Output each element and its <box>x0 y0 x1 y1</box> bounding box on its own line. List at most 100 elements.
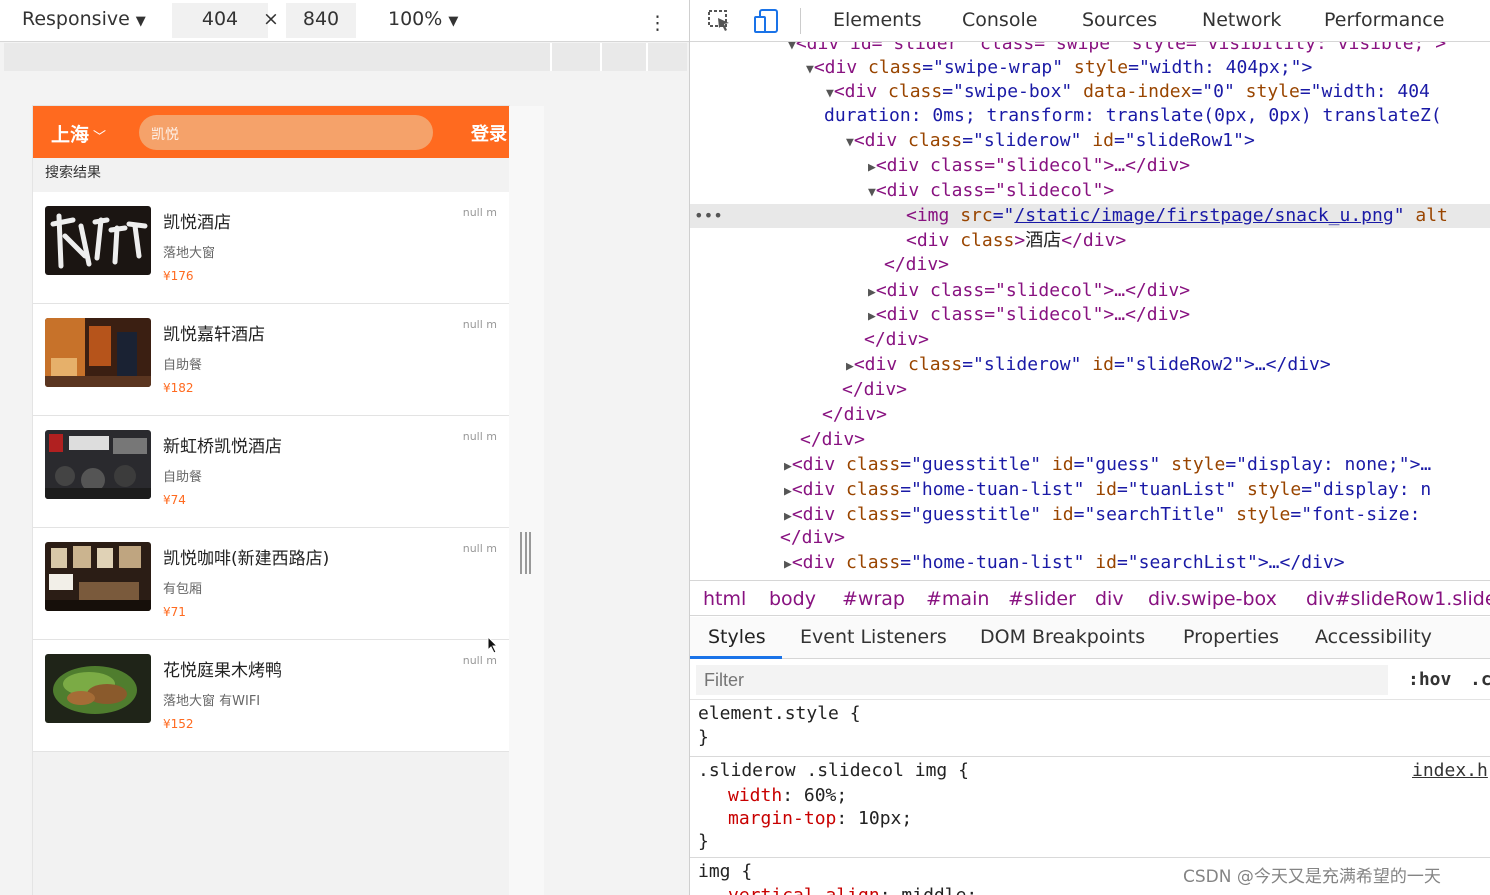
dom-node[interactable]: ▼<div class="slidecol"> <box>690 179 1490 203</box>
dom-node[interactable]: ▶<div class="home-tuan-list" id="tuanLis… <box>690 478 1490 502</box>
dom-tag: <div <box>813 57 869 78</box>
tab-styles[interactable]: Styles <box>708 626 766 648</box>
item-name: 凯悦嘉轩酒店 <box>163 325 265 345</box>
dom-attr-name: class <box>846 479 901 500</box>
list-item[interactable]: 凯悦嘉轩酒店 自助餐 ¥182 null m <box>33 304 509 416</box>
tab-network[interactable]: Network <box>1202 9 1281 31</box>
breadcrumb-item[interactable]: body <box>769 588 816 610</box>
search-input[interactable]: 凯悦 <box>139 115 433 150</box>
media-query-segment[interactable] <box>600 43 646 71</box>
dom-node[interactable]: </div> <box>690 328 1490 352</box>
more-dots-icon[interactable]: ••• <box>694 204 723 228</box>
inspect-element-icon[interactable] <box>708 10 732 32</box>
rule-selector[interactable]: .sliderow .slidecol img { <box>698 759 969 783</box>
dom-node[interactable]: ▶<div class="slidecol">…</div> <box>690 303 1490 327</box>
rule-divider <box>690 857 1490 858</box>
dom-tag: <div <box>833 81 889 102</box>
dom-node[interactable]: </div> <box>690 378 1490 402</box>
tab-properties[interactable]: Properties <box>1183 626 1279 648</box>
dom-attr-value: ="home-tuan-list" <box>900 479 1096 500</box>
style-declaration[interactable]: margin-top: 10px; <box>728 807 912 831</box>
screenshot: Responsive ▼ 404 × 840 100% ▼ ⋮ 上海﹀ 凯悦 <box>0 0 1490 895</box>
filter-input[interactable] <box>696 665 1388 695</box>
list-item[interactable]: 新虹桥凯悦酒店 自助餐 ¥74 null m <box>33 416 509 528</box>
city-selector[interactable]: 上海 ﹀ <box>51 120 106 147</box>
class-toggle[interactable]: .c <box>1470 669 1490 690</box>
breadcrumb-item[interactable]: #slider <box>1008 588 1076 610</box>
breadcrumb-item[interactable]: div.swipe-box <box>1148 588 1277 610</box>
rule-source-link[interactable]: index.h <box>1412 759 1488 783</box>
element-style-selector[interactable]: element.style { <box>698 702 861 726</box>
tab-performance[interactable]: Performance <box>1324 9 1444 31</box>
item-name: 花悦庭果木烤鸭 <box>163 661 282 681</box>
resize-handle-icon[interactable] <box>520 532 531 574</box>
mobile-viewport: 上海 ﹀ 凯悦 登录 搜索结果 凯悦酒店 落地大窗 ¥176 null m 凯悦… <box>33 106 509 895</box>
zoom-select[interactable]: 100% ▼ <box>388 8 458 30</box>
dom-attr-name: class <box>960 230 1015 251</box>
dom-attr-name: id <box>1092 130 1114 151</box>
list-item[interactable]: 花悦庭果木烤鸭 落地大窗 有WIFI ¥152 null m <box>33 640 509 752</box>
dom-attr-name: class <box>908 130 963 151</box>
caret-down-icon: ▼ <box>135 14 146 29</box>
rule-selector[interactable]: img { <box>698 860 752 884</box>
dom-node-text: <div class="slidecol">…</div> <box>875 280 1191 301</box>
dom-node[interactable]: ▼<div class="sliderow" id="slideRow1"> <box>690 129 1490 153</box>
dom-node[interactable]: ▶<div class="home-tuan-list" id="searchL… <box>690 551 1490 575</box>
item-price: ¥182 <box>163 381 194 395</box>
vertical-dots-icon[interactable]: ⋮ <box>648 8 667 38</box>
dom-node[interactable]: ▼<div class="swipe-box" data-index="0" s… <box>690 80 1490 104</box>
dom-node[interactable]: <div class>酒店</div> <box>690 229 1490 253</box>
item-distance: null m <box>462 654 497 667</box>
dom-attr-value: ="home-tuan-list" <box>900 552 1096 573</box>
dom-node[interactable]: </div> <box>690 526 1490 550</box>
dom-node-text: <div class="slidecol"> <box>875 180 1115 201</box>
dom-node[interactable]: </div> <box>690 253 1490 277</box>
breadcrumb-item[interactable]: #main <box>926 588 989 610</box>
breadcrumb-item[interactable]: #wrap <box>842 588 905 610</box>
breadcrumb-item[interactable]: html <box>703 588 746 610</box>
login-button[interactable]: 登录 <box>471 120 507 146</box>
tab-accessibility[interactable]: Accessibility <box>1315 626 1432 648</box>
style-declaration[interactable]: vertical-align: middle; <box>728 884 977 895</box>
result-list: 凯悦酒店 落地大窗 ¥176 null m 凯悦嘉轩酒店 自助餐 ¥182 nu… <box>33 192 509 752</box>
rule-close: } <box>698 727 709 748</box>
dom-node[interactable]: </div> <box>690 428 1490 452</box>
tab-elements[interactable]: Elements <box>833 9 922 31</box>
dom-attr-value: ="0" <box>1191 81 1246 102</box>
list-item[interactable]: 凯悦咖啡(新建西路店) 有包厢 ¥71 null m <box>33 528 509 640</box>
tab-event-listeners[interactable]: Event Listeners <box>800 626 947 648</box>
item-tag: 自助餐 <box>163 470 203 485</box>
list-item[interactable]: 凯悦酒店 落地大窗 ¥176 null m <box>33 192 509 304</box>
device-mode-select[interactable]: Responsive ▼ <box>22 8 146 30</box>
dom-node[interactable]: ▶<div class="sliderow" id="slideRow2">…<… <box>690 353 1490 377</box>
breadcrumb-item[interactable]: div#slideRow1.slide <box>1306 588 1490 610</box>
tab-sources[interactable]: Sources <box>1082 9 1157 31</box>
width-input[interactable]: 404 <box>172 8 268 30</box>
dom-node[interactable]: ▶<div class="slidecol">…</div> <box>690 154 1490 178</box>
device-toolbar-icon[interactable] <box>754 8 780 34</box>
style-declaration[interactable]: width: 60%; <box>728 784 847 808</box>
dom-node[interactable]: ▶<div class="guesstitle" id="searchTitle… <box>690 503 1490 527</box>
breadcrumb-item[interactable]: div <box>1095 588 1124 610</box>
hover-state-toggle[interactable]: :hov <box>1408 669 1451 690</box>
css-property-value: : 10px; <box>836 808 913 829</box>
dom-node[interactable]: ▶<div class="guesstitle" id="guess" styl… <box>690 453 1490 477</box>
dom-attr-name: style <box>1245 81 1300 102</box>
app-header: 上海 ﹀ 凯悦 登录 <box>33 106 509 158</box>
dom-attr-value: ="slideRow2">…</div> <box>1113 354 1331 375</box>
dom-src-link[interactable]: /static/image/firstpage/snack_u.png <box>1014 205 1393 226</box>
dom-attr-name: alt <box>1415 205 1448 226</box>
dom-node[interactable]: ▼<div class="swipe-wrap" style="width: 4… <box>690 56 1490 80</box>
media-query-segment[interactable] <box>550 43 600 71</box>
dom-node[interactable]: ▶<div class="slidecol">…</div> <box>690 279 1490 303</box>
tab-dom-breakpoints[interactable]: DOM Breakpoints <box>980 626 1145 648</box>
dom-tag: <div <box>791 552 847 573</box>
item-price: ¥71 <box>163 605 186 619</box>
dom-node-selected[interactable]: <img src="/static/image/firstpage/snack_… <box>690 204 1490 228</box>
dom-node[interactable]: </div> <box>690 403 1490 427</box>
height-input[interactable]: 840 <box>286 8 356 30</box>
media-query-bar[interactable] <box>4 43 687 71</box>
dom-node[interactable]: ▼<div id="slider" class="swipe" style="v… <box>690 42 1490 56</box>
media-query-segment[interactable] <box>646 43 687 71</box>
tab-console[interactable]: Console <box>962 9 1037 31</box>
